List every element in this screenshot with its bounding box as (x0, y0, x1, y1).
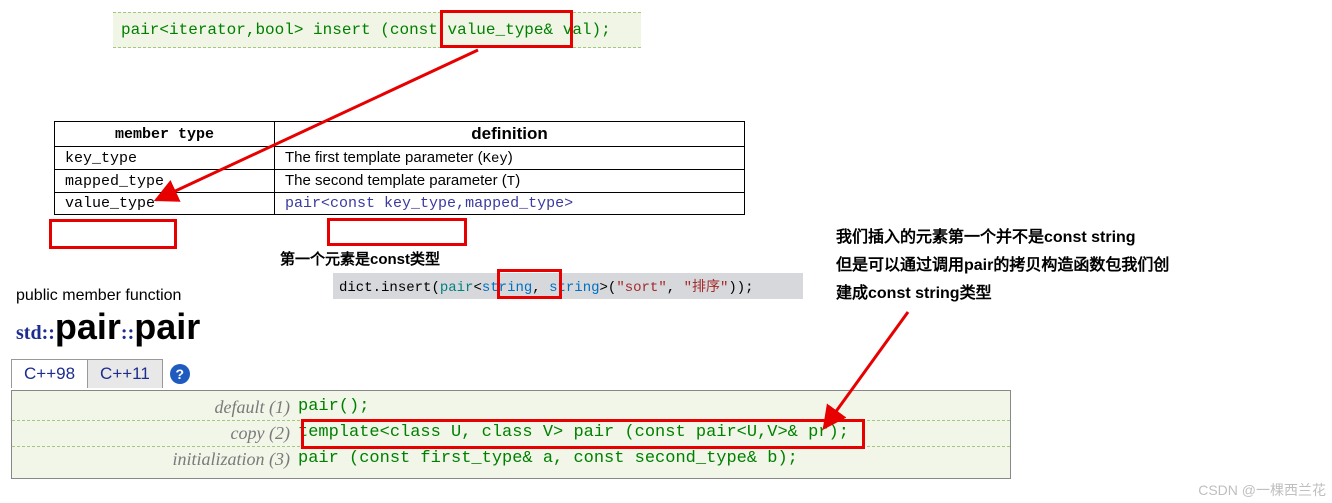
table-row: mapped_type The second template paramete… (55, 170, 745, 193)
commentary-line: 但是可以通过调用pair的拷贝构造函数包我们创 (836, 252, 1266, 280)
watermark: CSDN @一棵西兰花 (1198, 480, 1326, 500)
cell-value-type: value_type (55, 193, 275, 215)
tab-bar: C++98 C++11 ? (11, 359, 190, 388)
ctor-row-initialization: initialization (3) pair (const first_typ… (12, 447, 1010, 472)
tab-cpp98[interactable]: C++98 (11, 359, 88, 388)
tab-cpp11[interactable]: C++11 (87, 359, 163, 388)
ctor-label: initialization (3) (12, 449, 298, 470)
ctor-code: pair (const first_type& a, const second_… (298, 449, 798, 470)
cell-mapped-type-def: The second template parameter (T) (275, 170, 745, 193)
label-public-member-function: public member function (16, 287, 181, 305)
table-row: key_type The first template parameter (K… (55, 147, 745, 170)
highlight-box-value-type-cell (49, 219, 177, 249)
highlight-box-const-key-type (327, 218, 467, 246)
ctor-row-default: default (1) pair(); (12, 395, 1010, 421)
cell-key-type: key_type (55, 147, 275, 170)
code-snippet-dict-insert: dict.insert(pair<string, string>("sort",… (333, 273, 803, 299)
header-member-type: member type (55, 122, 275, 147)
ctor-label: default (1) (12, 397, 298, 418)
heading-std-pair-pair: std::pair::pair (16, 306, 200, 348)
commentary-text: 我们插入的元素第一个并不是const string 但是可以通过调用pair的拷… (836, 224, 1266, 308)
commentary-line: 建成const string类型 (836, 280, 1266, 308)
member-type-table: member type definition key_type The firs… (54, 121, 745, 215)
highlight-box-copy-ctor (301, 419, 865, 449)
ctor-code: pair(); (298, 397, 369, 418)
highlight-box-string-arg (497, 269, 562, 299)
table-row: value_type pair<const key_type,mapped_ty… (55, 193, 745, 215)
cell-key-type-def: The first template parameter (Key) (275, 147, 745, 170)
commentary-line: 我们插入的元素第一个并不是const string (836, 224, 1266, 252)
note-first-element-const: 第一个元素是const类型 (280, 248, 440, 269)
header-definition: definition (275, 122, 745, 147)
cell-mapped-type: mapped_type (55, 170, 275, 193)
ctor-label: copy (2) (12, 423, 298, 444)
cell-value-type-def: pair<const key_type,mapped_type> (275, 193, 745, 215)
highlight-box-value-type-ref (440, 10, 573, 48)
help-icon[interactable]: ? (170, 364, 190, 384)
table-header-row: member type definition (55, 122, 745, 147)
page: pair<iterator,bool> insert (const value_… (0, 0, 1332, 503)
